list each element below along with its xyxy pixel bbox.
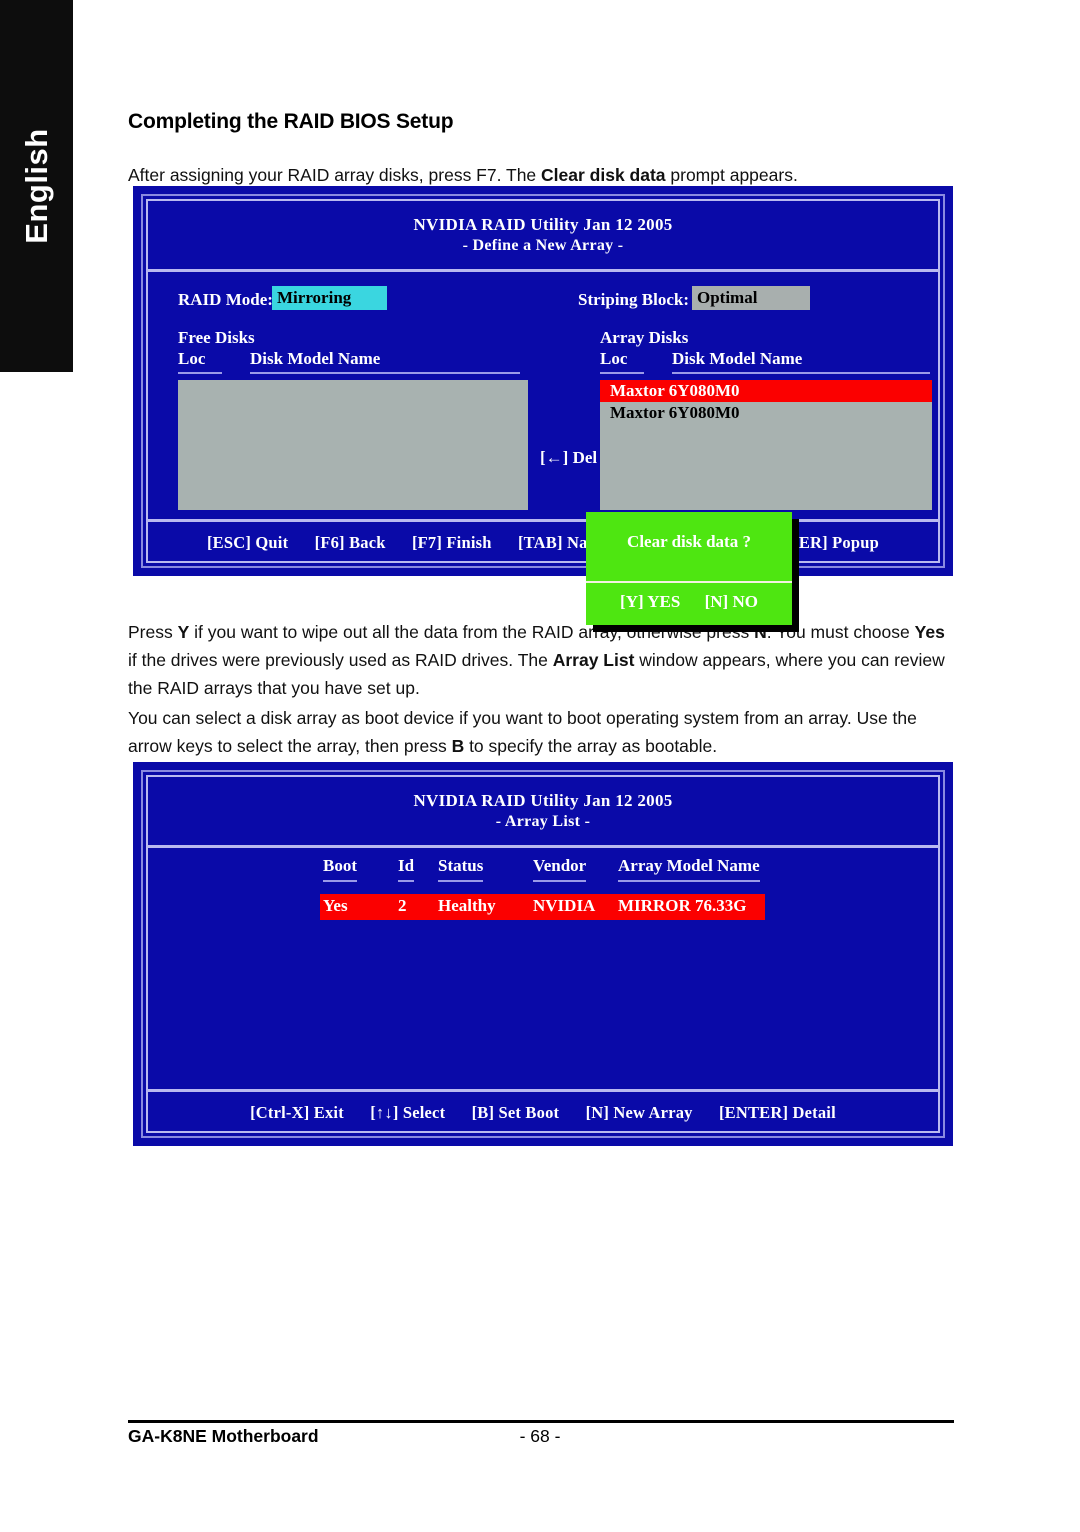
dialog-no-button[interactable]: [N] NO — [705, 592, 758, 611]
striping-block-select[interactable]: Optimal — [692, 286, 810, 310]
cell-id: 2 — [398, 896, 407, 915]
array-disks-panel: Array Disks Loc Disk Model Name Maxtor 6… — [600, 328, 932, 510]
bios-define-keybar: [ESC] Quit [F6] Back [F7] Finish [TAB] N… — [148, 519, 938, 553]
clear-disk-data-dialog: Clear disk data ? [Y] YES [N] NO — [586, 512, 792, 625]
bios-outer-border: NVIDIA RAID Utility Jan 12 2005 - Array … — [141, 770, 945, 1138]
boot-device-paragraph: You can select a disk array as boot devi… — [128, 704, 956, 760]
array-disks-listbox[interactable]: Maxtor 6Y080M0 Maxtor 6Y080M0 — [600, 380, 932, 510]
bios-screen-array-list: NVIDIA RAID Utility Jan 12 2005 - Array … — [133, 762, 953, 1146]
language-tab: English — [0, 0, 73, 372]
bios-define-subtitle: - Define a New Array - — [462, 237, 624, 254]
keybar-item-enter-detail[interactable]: [ENTER] Detail — [719, 1103, 836, 1122]
footer-divider — [128, 1420, 954, 1423]
intro-text-post: prompt appears. — [665, 164, 798, 185]
cell-boot: Yes — [323, 896, 348, 915]
keybar-item-ctrlx-exit[interactable]: [Ctrl-X] Exit — [250, 1103, 344, 1122]
raid-mode-select[interactable]: Mirroring — [272, 286, 387, 310]
bios-define-title: NVIDIA RAID Utility Jan 12 2005 — [413, 215, 673, 234]
column-header-vendor: Vendor — [533, 856, 587, 882]
column-header-boot: Boot — [323, 856, 357, 882]
raid-mode-label: RAID Mode: — [178, 290, 273, 309]
column-header-status: Status — [438, 856, 484, 882]
bios-define-title-separator — [148, 269, 938, 272]
bios-screen-define-new-array: NVIDIA RAID Utility Jan 12 2005 - Define… — [133, 186, 953, 632]
array-disks-col-model: Disk Model Name — [672, 349, 930, 374]
delete-key-hint: [←] Del — [540, 448, 598, 467]
footer-page-number: - 68 - — [519, 1426, 561, 1446]
bios-inner-border: NVIDIA RAID Utility Jan 12 2005 - Array … — [146, 775, 940, 1133]
language-tab-label: English — [18, 128, 54, 244]
keybar-item-n-new-array[interactable]: [N] New Array — [586, 1103, 693, 1122]
press-y-s1: Press — [128, 621, 178, 642]
dialog-divider — [586, 581, 792, 583]
press-y-paragraph: Press Y if you want to wipe out all the … — [128, 618, 956, 702]
cell-array-model-name: MIRROR 76.33G — [618, 896, 747, 915]
bios-arraylist-title-separator — [148, 845, 938, 848]
boot-para-s2: to specify the array as bootable. — [464, 735, 718, 756]
bios-arraylist-title: NVIDIA RAID Utility Jan 12 2005 — [413, 791, 673, 810]
column-header-array-model-name: Array Model Name — [618, 856, 760, 882]
bios-outer-border: NVIDIA RAID Utility Jan 12 2005 - Define… — [141, 194, 945, 632]
array-disk-row[interactable]: Maxtor 6Y080M0 — [600, 380, 932, 402]
free-disks-panel: Free Disks Loc Disk Model Name — [178, 328, 528, 510]
array-list-header-row: Boot Id Status Vendor Array Model Name — [148, 856, 938, 890]
dialog-yes-button[interactable]: [Y] YES — [620, 592, 680, 611]
boot-para-b1: B — [451, 735, 465, 756]
intro-paragraph: After assigning your RAID array disks, p… — [128, 161, 958, 189]
press-y-b1: Y — [177, 621, 190, 642]
keybar-item-updown-select[interactable]: [↑↓] Select — [370, 1103, 445, 1122]
keybar-item-esc-quit[interactable]: [ESC] Quit — [207, 533, 288, 552]
keybar-item-f6-back[interactable]: [F6] Back — [315, 533, 386, 552]
table-row[interactable]: Yes 2 Healthy NVIDIA MIRROR 76.33G — [320, 894, 765, 920]
press-y-b3: Yes — [914, 621, 945, 642]
keybar-item-b-set-boot[interactable]: [B] Set Boot — [472, 1103, 560, 1122]
cell-vendor: NVIDIA — [533, 896, 596, 915]
intro-text-pre: After assigning your RAID array disks, p… — [128, 164, 542, 185]
disk-panels: Free Disks Loc Disk Model Name Array Dis… — [148, 328, 938, 538]
dialog-button-row: [Y] YES [N] NO — [586, 592, 792, 612]
striping-block-label: Striping Block: — [578, 290, 689, 309]
free-disks-col-loc: Loc — [178, 349, 222, 374]
array-disks-column-headers: Loc Disk Model Name — [600, 349, 932, 375]
array-disks-heading: Array Disks — [600, 328, 689, 347]
page-title: Completing the RAID BIOS Setup — [128, 110, 454, 133]
array-list-table: Boot Id Status Vendor Array Model Name Y… — [148, 856, 938, 1106]
free-disks-col-model: Disk Model Name — [250, 349, 520, 374]
bios-arraylist-keybar: [Ctrl-X] Exit [↑↓] Select [B] Set Boot [… — [148, 1089, 938, 1123]
cell-status: Healthy — [438, 896, 496, 915]
clear-disk-data-message: Clear disk data ? — [627, 532, 751, 551]
intro-text-bold: Clear disk data — [541, 164, 666, 185]
free-disks-listbox[interactable] — [178, 380, 528, 510]
raid-settings-row: RAID Mode: Mirroring Striping Block: Opt… — [148, 276, 938, 320]
array-disks-col-loc: Loc — [600, 349, 644, 374]
free-disks-column-headers: Loc Disk Model Name — [178, 349, 528, 375]
press-y-s4: if the drives were previously used as RA… — [128, 649, 553, 670]
bios-arraylist-subtitle: - Array List - — [495, 813, 591, 830]
column-header-id: Id — [398, 856, 415, 882]
free-disks-heading: Free Disks — [178, 328, 255, 347]
bios-inner-border: NVIDIA RAID Utility Jan 12 2005 - Define… — [146, 199, 940, 632]
array-disk-row[interactable]: Maxtor 6Y080M0 — [600, 402, 932, 424]
press-y-b4: Array List — [552, 649, 635, 670]
keybar-item-f7-finish[interactable]: [F7] Finish — [412, 533, 492, 552]
